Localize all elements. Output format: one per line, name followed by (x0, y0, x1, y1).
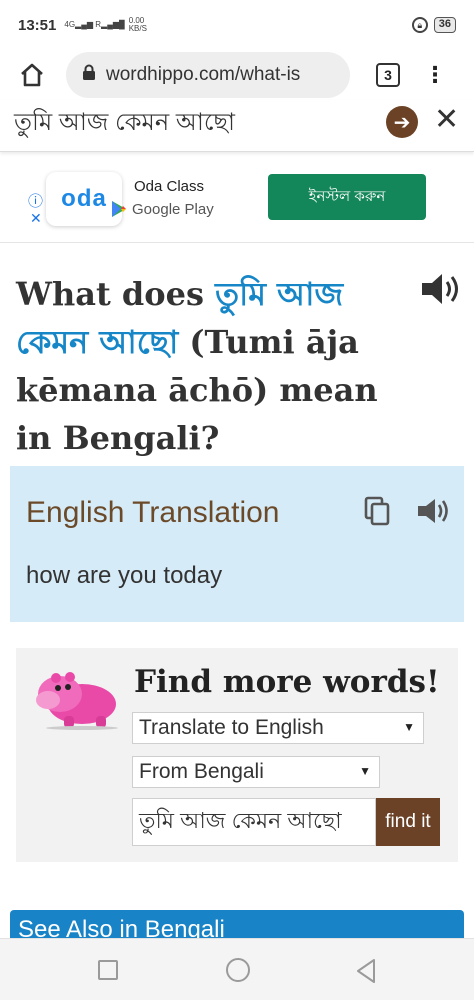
recents-button[interactable] (98, 960, 118, 980)
status-bar: 13:51 4G▂▄▆ R▂▄▆█ 0.00 KB/S 🔒︎ 36 (0, 0, 474, 50)
close-icon[interactable]: ✕ (434, 102, 459, 137)
signal-bars-icon: ▂▄▆ (75, 20, 94, 29)
ad-banner[interactable]: ⓘ ✕ oda Oda Class Google Play ইনস্টল করু… (26, 164, 450, 232)
word-input[interactable]: তুমি আজ কেমন আছো (132, 798, 376, 846)
more-vert-icon[interactable]: ⋮ (424, 64, 446, 86)
translation-value: how are you today (26, 562, 223, 589)
ad-info-icon[interactable]: ⓘ (28, 190, 43, 211)
network-speed: 0.00 KB/S (129, 17, 147, 33)
dropdown-arrow-icon: ▼ (403, 720, 415, 734)
network-speed-unit: KB/S (128, 24, 147, 33)
home-button[interactable] (226, 958, 250, 982)
back-button[interactable] (354, 957, 378, 990)
status-time: 13:51 (18, 16, 57, 34)
find-more-words-panel: Find more words! Translate to English ▼ … (16, 648, 458, 862)
signal-indicator: 4G▂▄▆ R▂▄▆█ (64, 21, 124, 29)
page-title: What does তুমি আজ কেমন আছো (Tumi āja kēm… (16, 270, 406, 462)
see-also-header[interactable]: See Also in Bengali (10, 910, 464, 940)
tab-switcher-button[interactable]: 3 (376, 63, 400, 87)
find-it-button[interactable]: find it (376, 798, 440, 846)
translate-to-select[interactable]: Translate to English ▼ (132, 712, 424, 744)
url-bar[interactable]: wordhippo.com/what-is (66, 52, 350, 98)
signal-4g-label: 4G (64, 20, 76, 29)
ad-store-label: Google Play (132, 200, 214, 218)
speaker-icon[interactable] (418, 272, 466, 311)
rotation-lock-icon: 🔒︎ (411, 17, 428, 33)
ad-install-button[interactable]: ইনস্টল করুন (268, 174, 426, 220)
find-more-title: Find more words! (134, 664, 440, 700)
divider (0, 242, 474, 243)
translate-to-value: Translate to English (139, 716, 324, 739)
signal-bars-icon: ▂▄▆█ (101, 20, 125, 29)
from-language-value: From Bengali (139, 760, 264, 783)
copy-icon[interactable] (364, 496, 392, 533)
hippo-mascot-icon (34, 664, 120, 735)
translation-label: English Translation (26, 496, 280, 529)
system-nav-bar (0, 938, 474, 1000)
url-text: wordhippo.com/what-is (106, 64, 301, 85)
translation-box: English Translation how are you today (10, 466, 464, 622)
search-bar: তুমি আজ কেমন আছো ➔ ✕ (0, 100, 474, 152)
browser-toolbar: wordhippo.com/what-is 3 ⋮ (0, 50, 474, 100)
ad-app-title: Oda Class (134, 178, 205, 195)
battery-indicator: 36 (433, 17, 456, 33)
ad-store: Google Play (110, 200, 214, 218)
lock-icon (82, 64, 96, 86)
search-query[interactable]: তুমি আজ কেমন আছো (14, 104, 235, 144)
see-also-label: See Also in Bengali (18, 916, 225, 940)
speaker-icon[interactable] (416, 496, 456, 531)
from-language-select[interactable]: From Bengali ▼ (132, 756, 380, 788)
ad-close-icon[interactable]: ✕ (30, 210, 42, 227)
arrow-right-icon[interactable]: ➔ (386, 106, 418, 138)
home-icon[interactable] (14, 57, 50, 93)
google-play-icon (112, 201, 126, 217)
dropdown-arrow-icon: ▼ (359, 764, 371, 778)
title-prefix: What does (16, 275, 216, 313)
